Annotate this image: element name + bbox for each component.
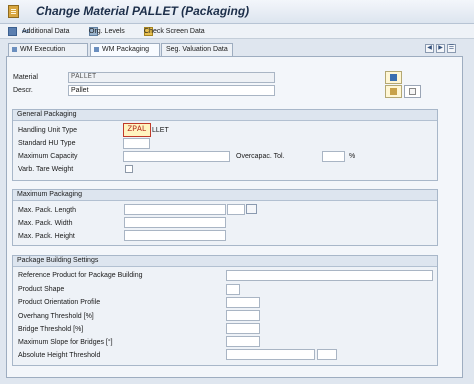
tab-scroll-left-button[interactable]: ◀ bbox=[425, 44, 434, 53]
group-title: General Packaging bbox=[13, 110, 437, 121]
description-label: Descr. bbox=[13, 87, 33, 94]
product-orientation-profile-field[interactable] bbox=[226, 297, 260, 308]
dimension-unit-field[interactable] bbox=[227, 204, 245, 215]
overhang-threshold-label: Overhang Threshold [%] bbox=[18, 313, 94, 320]
bridge-threshold-label: Bridge Threshold [%] bbox=[18, 326, 84, 333]
standard-hu-type-field[interactable] bbox=[123, 138, 150, 149]
check-screen-data-button[interactable]: Check Screen Data bbox=[144, 26, 205, 37]
tab-seg-valuation-data[interactable]: Seg. Valuation Data bbox=[161, 43, 233, 56]
material-label: Material bbox=[13, 74, 38, 81]
tab-list-button[interactable]: ☰ bbox=[447, 44, 456, 53]
search-help-button[interactable] bbox=[246, 204, 257, 214]
product-orientation-profile-label: Product Orientation Profile bbox=[18, 299, 101, 306]
hu-type-field[interactable]: ZPAL bbox=[123, 123, 151, 137]
tab-marker-icon bbox=[94, 47, 99, 52]
reference-product-field[interactable] bbox=[226, 270, 433, 281]
tab-label: WM Execution bbox=[20, 46, 66, 53]
bridge-threshold-field[interactable] bbox=[226, 323, 260, 334]
hu-type-label: Handling Unit Type bbox=[18, 127, 78, 134]
overcapacity-tolerance-field[interactable] bbox=[322, 151, 345, 162]
tab-scroll-right-button[interactable]: ▶ bbox=[436, 44, 445, 53]
max-pack-width-label: Max. Pack. Width bbox=[18, 220, 73, 227]
flag-icon bbox=[390, 88, 397, 95]
tab-label: WM Packaging bbox=[102, 46, 150, 53]
max-pack-width-field[interactable] bbox=[124, 217, 226, 228]
general-packaging-group: General Packaging bbox=[12, 109, 438, 181]
max-capacity-label: Maximum Capacity bbox=[18, 153, 78, 160]
additional-data-button[interactable]: ⇨ Additional Data bbox=[22, 26, 69, 37]
product-shape-field[interactable] bbox=[226, 284, 240, 295]
info-button[interactable] bbox=[385, 71, 402, 84]
variable-tare-weight-checkbox[interactable] bbox=[125, 165, 133, 173]
product-shape-label: Product Shape bbox=[18, 286, 65, 293]
tab-strip: WM Execution WM Packaging Seg. Valuation… bbox=[0, 43, 474, 57]
long-text-button[interactable] bbox=[404, 85, 421, 98]
transaction-menu-icon[interactable] bbox=[8, 5, 19, 18]
group-title: Maximum Packaging bbox=[13, 190, 437, 201]
absolute-height-threshold-label: Absolute Height Threshold bbox=[18, 352, 101, 359]
save-button[interactable] bbox=[8, 26, 19, 37]
org-levels-label: Org. Levels bbox=[89, 28, 125, 35]
hu-type-suffix: LLET bbox=[152, 127, 169, 134]
check-screen-data-label: Check Screen Data bbox=[144, 28, 205, 35]
overhang-threshold-field[interactable] bbox=[226, 310, 260, 321]
tab-wm-packaging[interactable]: WM Packaging bbox=[90, 43, 160, 57]
max-pack-length-label: Max. Pack. Length bbox=[18, 207, 76, 214]
max-pack-height-field[interactable] bbox=[124, 230, 226, 241]
description-field[interactable]: Pallet bbox=[68, 85, 275, 96]
group-title: Package Building Settings bbox=[13, 256, 437, 267]
additional-data-label: Additional Data bbox=[22, 28, 70, 35]
document-icon bbox=[409, 88, 416, 95]
overcapacity-tolerance-label: Overcapac. Tol. bbox=[236, 153, 285, 160]
absolute-height-threshold-field[interactable] bbox=[226, 349, 315, 360]
maximum-slope-field[interactable] bbox=[226, 336, 260, 347]
tab-label: Seg. Valuation Data bbox=[166, 46, 228, 53]
window-title: Change Material PALLET (Packaging) bbox=[36, 4, 250, 18]
standard-hu-type-label: Standard HU Type bbox=[18, 140, 76, 147]
tab-marker-icon bbox=[12, 47, 17, 52]
language-button[interactable] bbox=[385, 85, 402, 98]
max-pack-height-label: Max. Pack. Height bbox=[18, 233, 75, 240]
max-pack-length-field[interactable] bbox=[124, 204, 226, 215]
org-levels-button[interactable]: Org. Levels bbox=[89, 26, 125, 37]
maximum-slope-label: Maximum Slope for Bridges [°] bbox=[18, 339, 113, 346]
application-toolbar: ⇨ Additional Data Org. Levels Check Scre… bbox=[0, 24, 474, 39]
title-bar: Change Material PALLET (Packaging) bbox=[0, 0, 474, 24]
variable-tare-weight-label: Varb. Tare Weight bbox=[18, 166, 74, 173]
save-icon bbox=[8, 27, 17, 36]
absolute-height-unit-field[interactable] bbox=[317, 349, 337, 360]
reference-product-label: Reference Product for Package Building bbox=[18, 272, 143, 279]
material-field: PALLET bbox=[68, 72, 275, 83]
max-capacity-field[interactable] bbox=[123, 151, 230, 162]
info-icon bbox=[390, 74, 397, 81]
percent-unit: % bbox=[349, 153, 356, 160]
tab-wm-execution[interactable]: WM Execution bbox=[8, 43, 88, 56]
